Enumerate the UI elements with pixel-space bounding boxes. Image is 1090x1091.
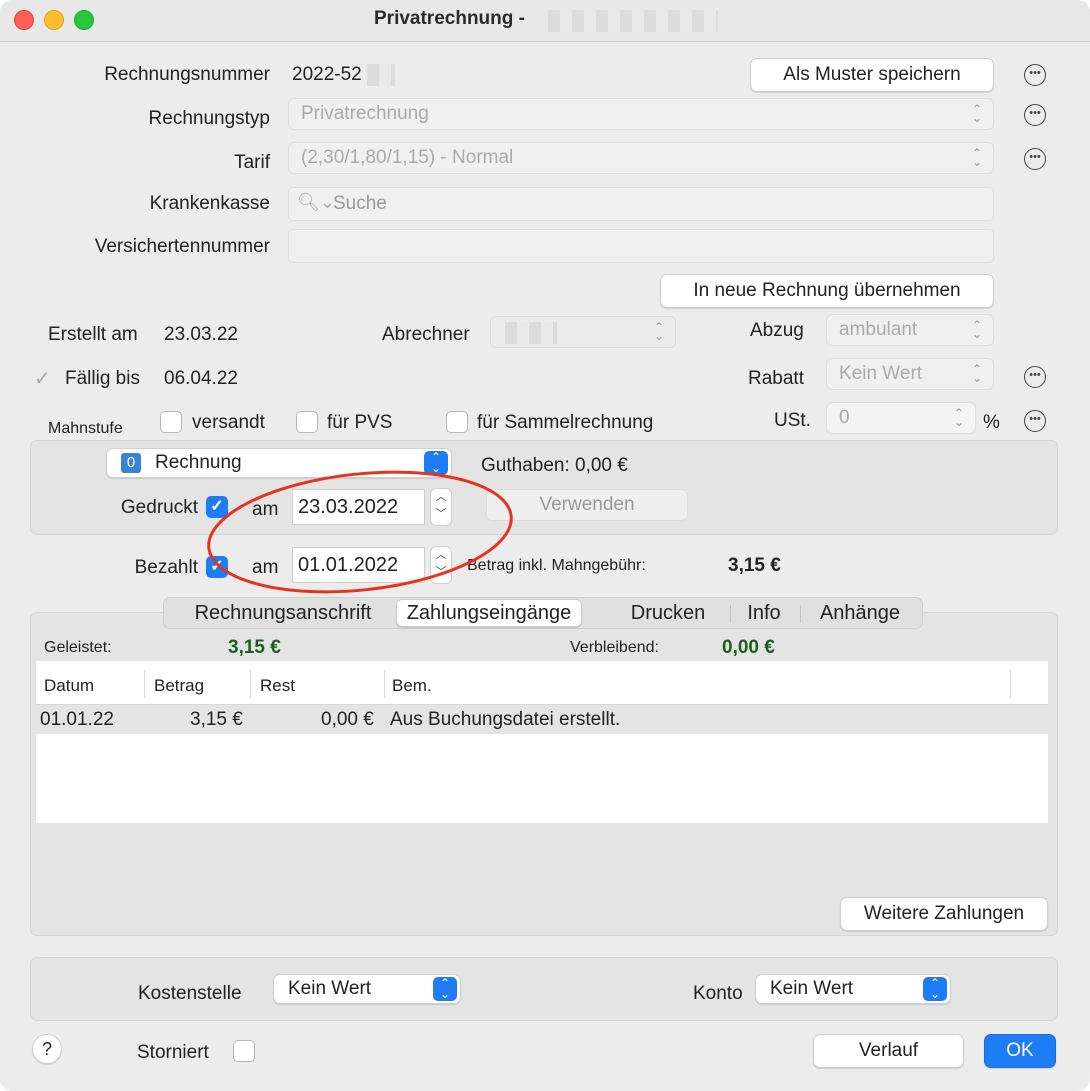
annotation-overlay [207,470,513,594]
red-annotation-circle [207,470,513,594]
invoice-window: Privatrechnung - Rechnungsnummer 2022-52… [0,0,1090,1091]
